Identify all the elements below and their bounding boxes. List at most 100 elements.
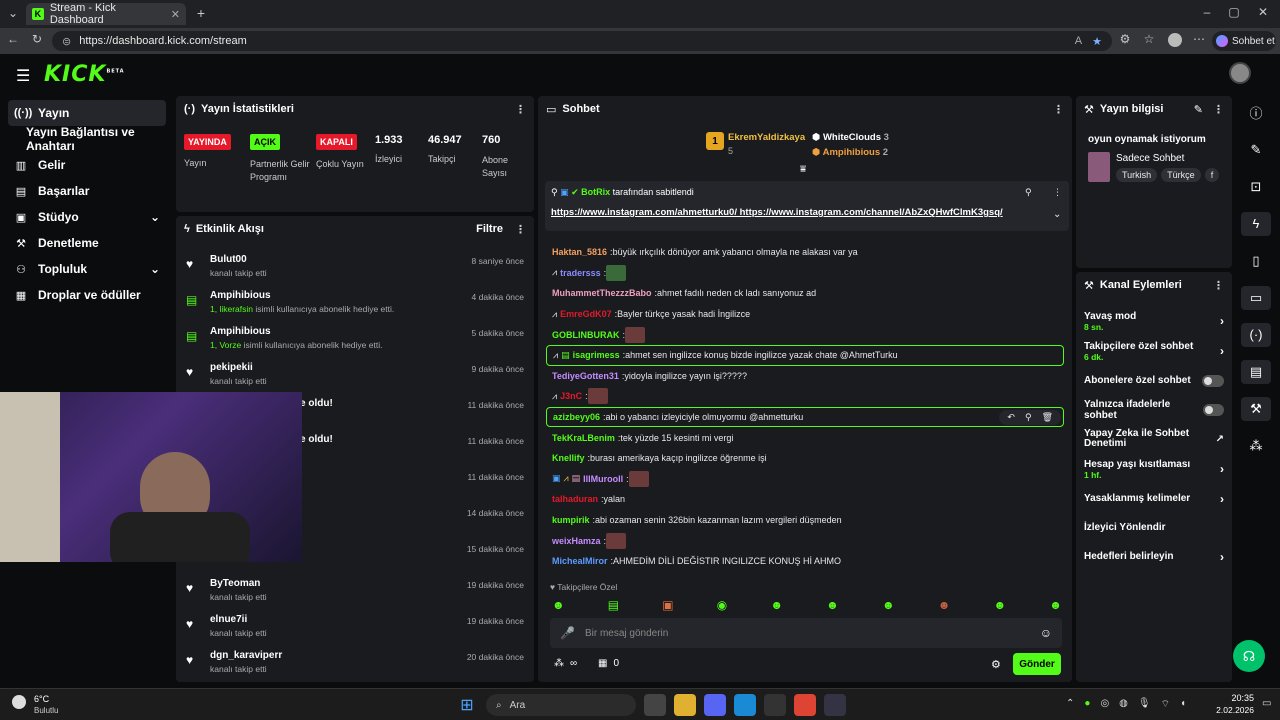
chat-input-field[interactable]: 🎤 Bir mesaj gönderin ☺ xyxy=(550,618,1062,648)
kick-logo[interactable]: KICKBETA xyxy=(44,62,125,87)
favorites-icon[interactable]: ☆ xyxy=(1140,32,1158,46)
chat-username[interactable]: TediyeGotten31 xyxy=(552,371,619,381)
app-icon[interactable] xyxy=(824,694,846,716)
tray-app-icon[interactable]: ● xyxy=(1084,698,1090,711)
close-window-icon[interactable]: ✕ xyxy=(1254,5,1272,19)
slow-mode-row[interactable]: Yavaş mod 8 sn. › xyxy=(1076,306,1232,336)
tag-chip[interactable]: Turkish xyxy=(1116,168,1158,182)
chevron-down-icon[interactable]: ⌄ xyxy=(1053,209,1061,220)
taskbar-search[interactable]: ⌕ Ara xyxy=(486,694,636,716)
edit-pencil-icon[interactable]: ✎ xyxy=(1194,103,1203,116)
pinned-text[interactable]: https://www.instagram.com/ahmetturku0/ h… xyxy=(551,207,1003,218)
chat-username[interactable]: azizbeyy06 xyxy=(553,412,600,422)
chat-username[interactable]: MuhammetThezzzBabo xyxy=(552,288,652,298)
chat-username[interactable]: kumpirik xyxy=(552,515,590,525)
emote-icon[interactable]: ☻ xyxy=(552,598,565,612)
lightning-tool-icon[interactable]: ϟ xyxy=(1234,205,1278,242)
emote-icon[interactable]: ☻ xyxy=(938,598,951,612)
read-aloud-icon[interactable]: A xyxy=(1075,35,1082,47)
edit-pencil-icon[interactable]: ✎ xyxy=(1234,131,1278,168)
chat-username[interactable]: TekKraLBenim xyxy=(552,433,615,443)
pin-icon[interactable]: ⚲ xyxy=(1025,412,1032,423)
microphone-icon[interactable]: 🎤 xyxy=(560,626,575,640)
stream-info-menu-icon[interactable]: ⋮ xyxy=(1213,103,1224,116)
profile-avatar[interactable] xyxy=(1168,33,1182,47)
document-icon[interactable]: ▯ xyxy=(1234,242,1278,279)
category-name[interactable]: Sadece Sohbet xyxy=(1116,153,1184,164)
tag-chip[interactable]: Türkçe xyxy=(1161,168,1201,182)
weather-widget[interactable]: 6°C Bulutlu xyxy=(10,692,70,718)
hamburger-menu-icon[interactable]: ☰ xyxy=(16,66,30,86)
chat-settings-icon[interactable]: ⚙ xyxy=(991,658,1001,671)
emote-icon[interactable]: ☻ xyxy=(994,598,1007,612)
send-button[interactable]: Gönder xyxy=(1013,653,1061,675)
chat-username[interactable]: IllMurooll xyxy=(583,474,623,484)
broadcast-tool-icon[interactable]: (·) xyxy=(1234,316,1278,353)
gifter-2[interactable]: ⬢ WhiteClouds 3 xyxy=(812,132,889,143)
chat-username[interactable]: isagrimess xyxy=(573,350,620,360)
stats-tool-icon[interactable]: ▤ xyxy=(1234,353,1278,390)
sidebar-item-droplar[interactable]: ▦ Droplar ve ödüller xyxy=(0,282,172,308)
windows-start-icon[interactable]: ⊞ xyxy=(456,694,478,716)
community-icon[interactable]: ⁂ xyxy=(1234,427,1278,464)
sidebar-item-topluluk[interactable]: ⚇ Topluluk ⌄ xyxy=(0,256,172,282)
crosshair-icon[interactable]: ⊡ xyxy=(1234,168,1278,205)
back-icon[interactable]: ← xyxy=(4,32,22,46)
url-field[interactable]: ⊜ https://dashboard.kick.com/stream A ★ xyxy=(52,31,1112,51)
emote-icon[interactable]: ☻ xyxy=(882,598,895,612)
site-info-icon[interactable]: ⊜ xyxy=(62,35,71,48)
chat-username[interactable]: tradersss xyxy=(560,268,601,278)
goals-row[interactable]: Hedefleri belirleyin › xyxy=(1076,542,1232,571)
unpin-icon[interactable]: ⚲ xyxy=(1025,187,1032,198)
sidebar-item-stream-key[interactable]: Yayın Bağlantısı ve Anahtarı xyxy=(0,125,172,153)
expand-gifters-icon[interactable]: ⩸ xyxy=(800,164,806,175)
notifications-icon[interactable]: ▭ xyxy=(1262,698,1271,709)
extensions-icon[interactable]: ⚙ xyxy=(1116,32,1134,46)
feed-filter-button[interactable]: Filtre xyxy=(476,223,503,235)
browser-tab[interactable]: K Stream - Kick Dashboard ✕ xyxy=(26,2,186,26)
chat-username[interactable]: talhaduran xyxy=(552,494,598,504)
emote-icon[interactable]: ▤ xyxy=(608,598,619,612)
taskbar-clock[interactable]: 20:35 2.02.2026 xyxy=(1216,693,1254,715)
new-tab-icon[interactable]: + xyxy=(192,5,210,21)
sidebar-item-studyo[interactable]: ▣ Stüdyo ⌄ xyxy=(0,204,172,230)
chat-username[interactable]: Knellify xyxy=(552,453,585,463)
emote-icon[interactable]: ☻ xyxy=(826,598,839,612)
banned-words-row[interactable]: Yasaklanmış kelimeler › xyxy=(1076,484,1232,513)
feed-menu-icon[interactable]: ⋮ xyxy=(515,223,526,236)
delete-icon[interactable]: 🗑 xyxy=(1042,412,1053,423)
sidebar-item-gelir[interactable]: ▥ Gelir xyxy=(0,152,172,178)
reply-icon[interactable]: ↶ xyxy=(1007,412,1015,423)
volume-icon[interactable]: ◖ xyxy=(1180,698,1186,711)
maximize-icon[interactable]: ▢ xyxy=(1225,5,1243,19)
chrome-icon[interactable] xyxy=(794,694,816,716)
chat-username[interactable]: GOBLINBURAK xyxy=(552,330,620,340)
account-age-row[interactable]: Hesap yaşı kısıtlaması 1 hf. › xyxy=(1076,454,1232,484)
host-row[interactable]: İzleyici Yönlendir xyxy=(1076,513,1232,542)
chat-username[interactable]: J3nC xyxy=(560,391,582,401)
top-gifter-name[interactable]: EkremYaldizkaya xyxy=(728,132,805,143)
gift-counter[interactable]: ▦ 0 xyxy=(598,658,619,669)
subscribers-only-toggle[interactable] xyxy=(1202,374,1224,387)
emote-icon[interactable]: ☻ xyxy=(770,598,783,612)
support-chat-button[interactable]: ☊ xyxy=(1233,640,1265,672)
tray-discord-icon[interactable]: ◍ xyxy=(1119,698,1128,711)
chat-username[interactable]: Haktan_5816 xyxy=(552,247,607,257)
pinned-menu-icon[interactable]: ⋮ xyxy=(1053,187,1062,198)
gifter-3[interactable]: ⬢ Ampihibious 2 xyxy=(812,147,888,158)
ai-moderation-row[interactable]: Yapay Zeka ile Sohbet Denetimi ↗ xyxy=(1076,424,1232,454)
copilot-button[interactable]: Sohbet et xyxy=(1212,31,1276,51)
minimize-icon[interactable]: – xyxy=(1198,5,1216,19)
discord-icon[interactable] xyxy=(704,694,726,716)
obs-icon[interactable] xyxy=(764,694,786,716)
reload-icon[interactable]: ↻ xyxy=(28,32,46,46)
chat-username[interactable]: EmreGdK07 xyxy=(560,309,612,319)
chat-menu-icon[interactable]: ⋮ xyxy=(1053,103,1064,116)
user-avatar[interactable] xyxy=(1229,62,1251,84)
chat-tool-icon[interactable]: ▭ xyxy=(1234,279,1278,316)
sidebar-item-denetleme[interactable]: ⚒ Denetleme xyxy=(0,230,172,256)
sidebar-item-basarilar[interactable]: ▤ Başarılar xyxy=(0,178,172,204)
tag-chip[interactable]: f xyxy=(1204,168,1220,182)
info-icon[interactable]: ⓘ xyxy=(1234,94,1278,131)
chat-points[interactable]: ⁂ ∞ xyxy=(554,658,577,669)
